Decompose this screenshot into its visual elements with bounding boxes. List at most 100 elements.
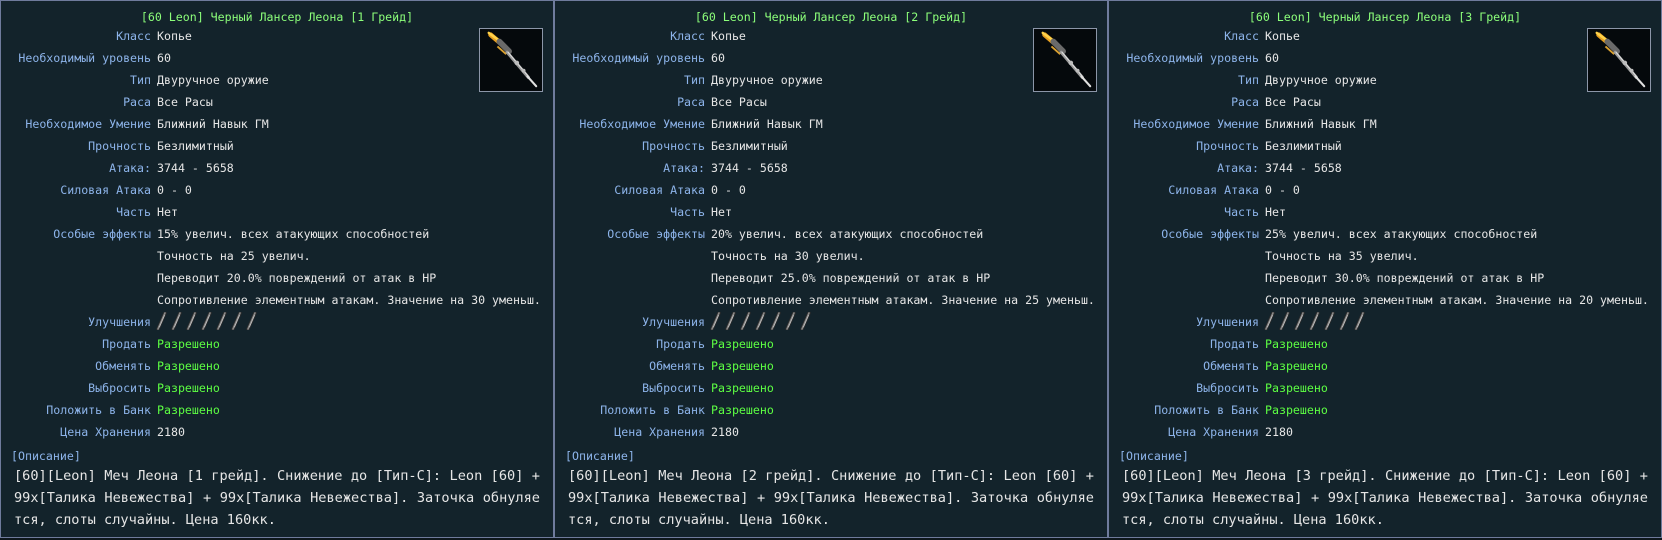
- stat-value: Все Расы: [1265, 95, 1321, 109]
- stat-value: Безлимитный: [1265, 139, 1342, 153]
- item-panel-grade-1: [60 Leon] Черный Лансер Леона [1 Грейд] К…: [0, 0, 554, 538]
- stat-value: 2180: [157, 425, 185, 439]
- stat-row-upgrades: Улучшения: [555, 311, 1107, 337]
- stat-row-force-attack: Силовая Атака 0 - 0: [555, 183, 1107, 205]
- stat-label: Выбросить: [642, 381, 705, 395]
- stat-row-effects: Сопротивление элементным атакам. Значени…: [1, 293, 553, 315]
- stat-value: 3744 - 5658: [711, 161, 788, 175]
- item-title: [60 Leon] Черный Лансер Леона [3 Грейд]: [1248, 10, 1522, 24]
- item-tooltip-comparison: [60 Leon] Черный Лансер Леона [1 Грейд] К…: [0, 0, 1662, 540]
- stat-row-trade: Обменять Разрешено: [1, 359, 553, 381]
- stat-value: Все Расы: [711, 95, 767, 109]
- stat-row-type: Тип Двуручное оружие: [1, 73, 553, 95]
- item-panel-grade-3: [60 Leon] Черный Лансер Леона [3 Грейд] К…: [1108, 0, 1662, 538]
- description-label: [Описание]: [11, 449, 81, 463]
- stat-row-type: Тип Двуручное оружие: [555, 73, 1107, 95]
- stat-row-attack: Атака: 3744 - 5658: [555, 161, 1107, 183]
- empty-talic-slot-icon: [739, 311, 752, 331]
- stat-row-effects: Точность на 25 увелич.: [1, 249, 553, 271]
- stat-label: Атака:: [109, 161, 151, 175]
- stat-row-part: Часть Нет: [1109, 205, 1661, 227]
- stat-row-upgrades: Улучшения: [1, 311, 553, 337]
- stat-label: Силовая Атака: [1168, 183, 1259, 197]
- stat-label: Продать: [1210, 337, 1259, 351]
- item-title: [60 Leon] Черный Лансер Леона [2 Грейд]: [694, 10, 968, 24]
- stat-value: Копье: [157, 29, 192, 43]
- stat-row-storage: Цена Хранения 2180: [555, 425, 1107, 447]
- stat-label: Класс: [1224, 29, 1259, 43]
- stat-value: 15% увелич. всех атакующих способностей: [157, 227, 430, 241]
- upgrade-slots: [709, 311, 812, 331]
- stat-row-force-attack: Силовая Атака 0 - 0: [1, 183, 553, 205]
- stat-value: Двуручное оружие: [1265, 73, 1377, 87]
- stat-value: Разрешено: [157, 381, 220, 395]
- stat-row-sell: Продать Разрешено: [1109, 337, 1661, 359]
- stat-value: Переводит 20.0% повреждений от атак в HP: [157, 271, 437, 285]
- stat-value: Безлимитный: [157, 139, 234, 153]
- stat-value: 2180: [711, 425, 739, 439]
- stat-label: Необходимый уровень: [572, 51, 705, 65]
- stat-label: Класс: [116, 29, 151, 43]
- stat-label: Прочность: [88, 139, 151, 153]
- stat-row-durability: Прочность Безлимитный: [1, 139, 553, 161]
- stat-label: Атака:: [663, 161, 705, 175]
- empty-talic-slot-icon: [200, 311, 213, 331]
- stat-row-effects: Сопротивление элементным атакам. Значени…: [1109, 293, 1661, 315]
- empty-talic-slot-icon: [1353, 311, 1366, 331]
- stat-row-skill: Необходимое Умение Ближний Навык ГМ: [1, 117, 553, 139]
- stat-row-effects: Точность на 35 увелич.: [1109, 249, 1661, 271]
- stat-label: Часть: [670, 205, 705, 219]
- stat-label: Особые эффекты: [53, 227, 151, 241]
- stat-row-storage: Цена Хранения 2180: [1109, 425, 1661, 447]
- stat-value: Нет: [1265, 205, 1286, 219]
- stat-label: Продать: [656, 337, 705, 351]
- stat-label: Улучшения: [642, 315, 705, 329]
- stat-value: Переводит 25.0% повреждений от атак в HP: [711, 271, 991, 285]
- empty-talic-slot-icon: [245, 311, 258, 331]
- stat-value: Нет: [711, 205, 732, 219]
- stat-row-level: Необходимый уровень 60: [1, 51, 553, 73]
- stat-label: Силовая Атака: [614, 183, 705, 197]
- stat-row-trade: Обменять Разрешено: [1109, 359, 1661, 381]
- stat-label: Выбросить: [1196, 381, 1259, 395]
- stat-label: Особые эффекты: [607, 227, 705, 241]
- stat-value: Безлимитный: [711, 139, 788, 153]
- stat-row-force-attack: Силовая Атака 0 - 0: [1109, 183, 1661, 205]
- item-title: [60 Leon] Черный Лансер Леона [1 Грейд]: [140, 10, 414, 24]
- stat-row-upgrades: Улучшения: [1109, 311, 1661, 337]
- stat-row-effects: Особые эффекты 20% увелич. всех атакующих…: [555, 227, 1107, 249]
- stat-label: Тип: [1238, 73, 1259, 87]
- stat-value: 20% увелич. всех атакующих способностей: [711, 227, 984, 241]
- stat-label: Продать: [102, 337, 151, 351]
- stat-label: Прочность: [642, 139, 705, 153]
- stat-value: Двуручное оружие: [157, 73, 269, 87]
- empty-talic-slot-icon: [1278, 311, 1291, 331]
- stat-value: Разрешено: [711, 359, 774, 373]
- stat-value: 25% увелич. всех атакующих способностей: [1265, 227, 1538, 241]
- stat-value: Ближний Навык ГМ: [157, 117, 269, 131]
- stat-row-race: Раса Все Расы: [1, 95, 553, 117]
- stat-row-skill: Необходимое Умение Ближний Навык ГМ: [1109, 117, 1661, 139]
- empty-talic-slot-icon: [784, 311, 797, 331]
- stat-value: Точность на 35 увелич.: [1265, 249, 1419, 263]
- stat-value: Разрешено: [711, 381, 774, 395]
- stat-label: Необходимый уровень: [1126, 51, 1259, 65]
- stat-value: Копье: [1265, 29, 1300, 43]
- stat-label: Положить в Банк: [1154, 403, 1259, 417]
- description-text: [60][Leon] Меч Леона [1 грейд]. Снижение…: [14, 468, 540, 528]
- stat-value: Нет: [157, 205, 178, 219]
- stat-label: Обменять: [95, 359, 151, 373]
- stat-value: Разрешено: [157, 337, 220, 351]
- stat-value: Сопротивление элементным атакам. Значени…: [711, 293, 1095, 307]
- stat-label: Раса: [677, 95, 705, 109]
- empty-talic-slot-icon: [754, 311, 767, 331]
- stat-label: Цена Хранения: [614, 425, 705, 439]
- stat-row-skill: Необходимое Умение Ближний Навык ГМ: [555, 117, 1107, 139]
- stat-row-level: Необходимый уровень 60: [1109, 51, 1661, 73]
- stat-value: Все Расы: [157, 95, 213, 109]
- stat-value: Разрешено: [1265, 337, 1328, 351]
- stat-label: Обменять: [1203, 359, 1259, 373]
- stat-value: Переводит 30.0% повреждений от атак в HP: [1265, 271, 1545, 285]
- stat-row-level: Необходимый уровень 60: [555, 51, 1107, 73]
- empty-talic-slot-icon: [769, 311, 782, 331]
